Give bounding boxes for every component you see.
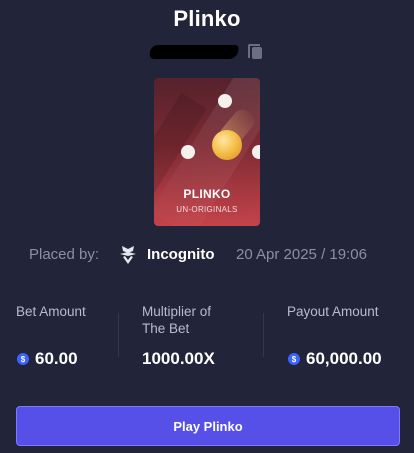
- placed-by-user[interactable]: Incognito: [147, 246, 215, 263]
- multiplier-value: 1000.00X: [142, 349, 215, 368]
- ball-icon: [212, 130, 242, 160]
- game-card-tag: UN-ORIGINALS: [176, 205, 238, 214]
- payout-amount-label: Payout Amount: [287, 304, 379, 319]
- game-card-name: PLINKO: [183, 187, 231, 201]
- placed-datetime: 20 Apr 2025 / 19:06: [236, 246, 367, 263]
- peg-icon: [252, 145, 260, 159]
- copy-icon[interactable]: [248, 44, 264, 60]
- incognito-icon: [120, 246, 136, 264]
- bet-id-row: [149, 42, 264, 62]
- peg-icon: [181, 145, 195, 159]
- payout-amount-value: $ 60,000.00: [288, 349, 382, 369]
- dollar-coin-icon: $: [17, 353, 29, 365]
- stat-divider: [118, 313, 119, 357]
- multiplier-label: Multiplier of The Bet: [142, 303, 211, 337]
- payout-amount-number: 60,000.00: [306, 349, 382, 368]
- bet-amount-label: Bet Amount: [16, 304, 86, 319]
- multiplier-label-line2: The Bet: [142, 321, 190, 336]
- placed-by-label: Placed by:: [29, 246, 100, 263]
- stat-divider: [263, 313, 264, 357]
- peg-icon: [218, 94, 232, 108]
- play-game-button[interactable]: Play Plinko: [16, 406, 400, 446]
- page-title: Plinko: [173, 6, 241, 31]
- multiplier-label-line1: Multiplier of: [142, 304, 212, 319]
- game-thumbnail[interactable]: PLINKO UN-ORIGINALS: [154, 78, 260, 226]
- redacted-bet-id: [149, 45, 239, 59]
- placed-by-row: Placed by: Incognito 20 Apr 2025 / 19:06: [0, 244, 414, 266]
- bet-amount-value: $ 60.00: [17, 349, 78, 369]
- dollar-coin-icon: $: [288, 353, 300, 365]
- bet-amount-number: 60.00: [35, 349, 78, 368]
